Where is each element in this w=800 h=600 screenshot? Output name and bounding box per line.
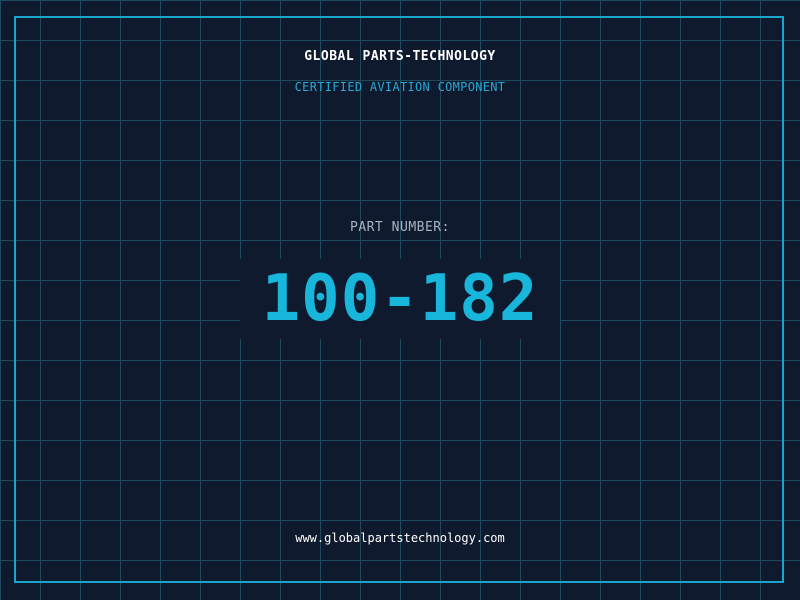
part-number-value: 100-182 <box>261 262 539 336</box>
company-name: GLOBAL PARTS-TECHNOLOGY <box>304 49 496 64</box>
certification-subtitle: CERTIFIED AVIATION COMPONENT <box>294 80 506 94</box>
part-number-label: PART NUMBER: <box>350 220 450 235</box>
website-url: www.globalpartstechnology.com <box>295 531 505 545</box>
